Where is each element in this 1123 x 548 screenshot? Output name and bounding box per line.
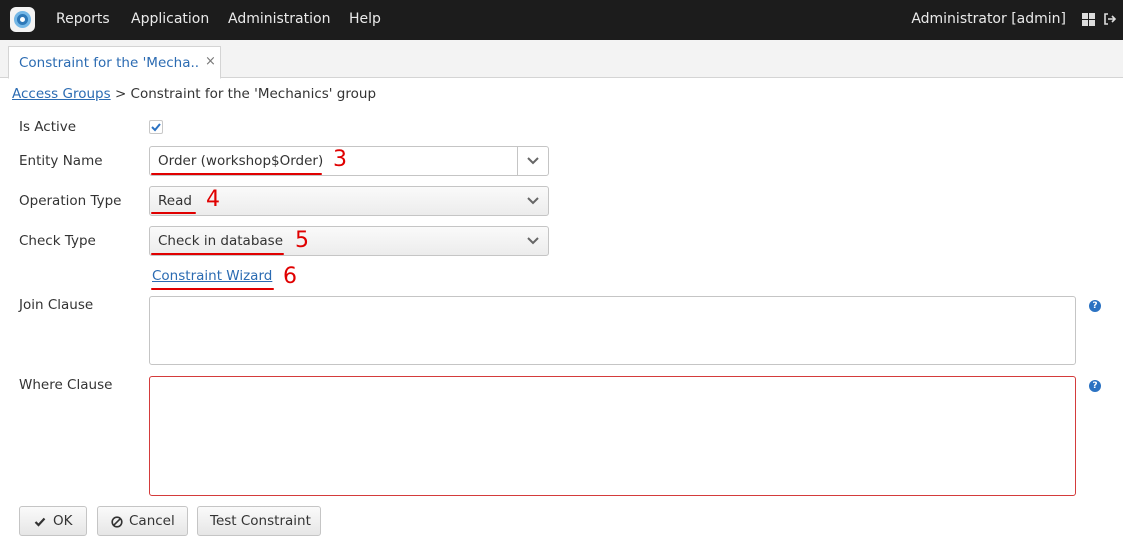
- menu-item-application[interactable]: Application: [131, 11, 209, 27]
- current-user[interactable]: Administrator [admin]: [911, 11, 1066, 27]
- constraint-wizard-link[interactable]: Constraint Wizard: [152, 268, 272, 284]
- app-logo[interactable]: [10, 7, 35, 32]
- join-clause-textarea[interactable]: [149, 296, 1076, 365]
- annotation-number: 3: [333, 147, 347, 172]
- tab-bar: Constraint for the 'Mecha... ×: [0, 40, 1123, 79]
- where-clause-textarea[interactable]: [149, 376, 1076, 496]
- is-active-checkbox[interactable]: [149, 120, 163, 134]
- breadcrumb-current: Constraint for the 'Mechanics' group: [130, 86, 377, 102]
- ok-button-label: OK: [53, 513, 73, 529]
- entity-name-label: Entity Name: [19, 153, 103, 169]
- where-clause-label: Where Clause: [19, 377, 113, 393]
- chevron-down-icon: [527, 197, 539, 205]
- where-clause-help-icon[interactable]: ?: [1089, 380, 1101, 392]
- cancel-button[interactable]: Cancel: [97, 506, 188, 536]
- checkmark-icon: [151, 123, 161, 132]
- chevron-down-icon[interactable]: [527, 156, 539, 166]
- check-type-select[interactable]: Check in database: [149, 226, 549, 256]
- tab-close-icon[interactable]: ×: [205, 54, 216, 69]
- join-clause-label: Join Clause: [19, 297, 94, 313]
- join-clause-help-icon[interactable]: ?: [1089, 300, 1101, 312]
- tab-constraint[interactable]: Constraint for the 'Mecha... ×: [8, 46, 221, 79]
- check-icon: [34, 517, 46, 527]
- menu-item-help[interactable]: Help: [349, 11, 381, 27]
- annotation-number: 6: [283, 264, 297, 289]
- operation-type-value: Read: [158, 193, 192, 209]
- test-constraint-label: Test Constraint: [210, 513, 311, 529]
- tab-label: Constraint for the 'Mecha...: [19, 55, 199, 71]
- logout-icon[interactable]: [1103, 12, 1117, 26]
- check-type-value: Check in database: [158, 233, 284, 249]
- check-type-label: Check Type: [19, 233, 96, 249]
- cancel-button-label: Cancel: [129, 513, 175, 529]
- logo-dot: [20, 17, 25, 22]
- operation-type-label: Operation Type: [19, 193, 122, 209]
- chevron-down-icon: [527, 237, 539, 245]
- top-menu-bar: Reports Application Administration Help …: [0, 0, 1123, 40]
- test-constraint-button[interactable]: Test Constraint: [197, 506, 321, 536]
- ok-button[interactable]: OK: [19, 506, 87, 536]
- annotation-underline: [151, 253, 284, 255]
- annotation-underline: [151, 173, 322, 175]
- entity-name-lookup[interactable]: Order (workshop$Order): [149, 146, 549, 176]
- breadcrumb-separator: >: [114, 86, 127, 102]
- entity-name-value: Order (workshop$Order): [158, 153, 324, 169]
- annotation-number: 4: [206, 187, 220, 212]
- annotation-number: 5: [295, 228, 309, 253]
- ban-icon: [111, 516, 123, 528]
- annotation-underline: [151, 212, 196, 214]
- is-active-label: Is Active: [19, 119, 77, 135]
- breadcrumb-access-groups-link[interactable]: Access Groups: [12, 86, 111, 102]
- lookup-divider: [517, 147, 518, 175]
- annotation-underline: [151, 288, 274, 290]
- menu-item-administration[interactable]: Administration: [228, 11, 330, 27]
- breadcrumb: Access Groups > Constraint for the 'Mech…: [12, 86, 376, 102]
- menu-item-reports[interactable]: Reports: [56, 11, 110, 27]
- tiles-icon[interactable]: [1082, 13, 1095, 26]
